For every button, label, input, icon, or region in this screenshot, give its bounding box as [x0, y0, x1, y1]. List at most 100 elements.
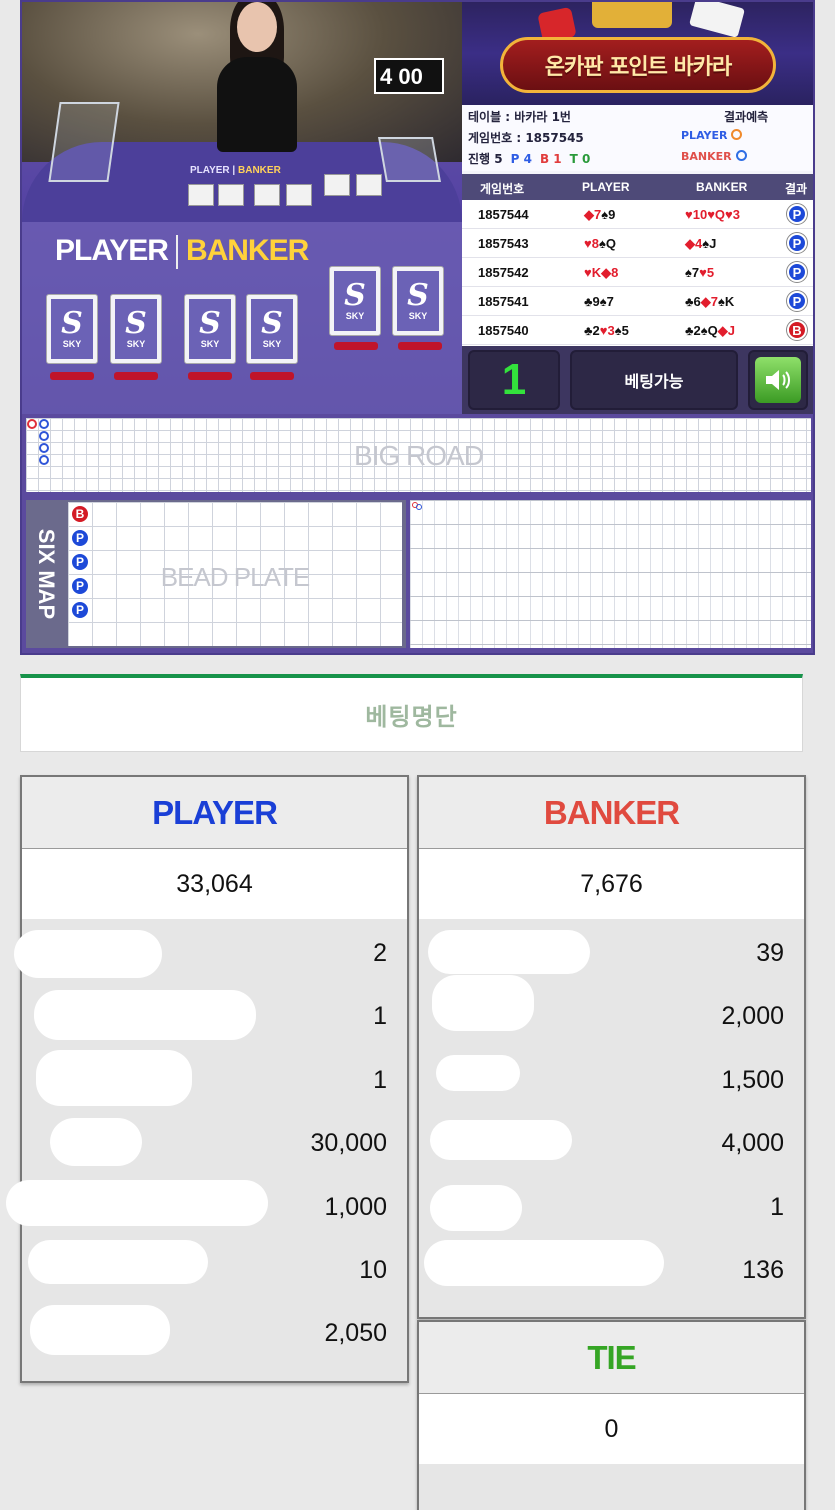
bet-amount: 39: [756, 939, 784, 967]
control-bar: 1 베팅가능: [462, 346, 813, 414]
table-mini-label: PLAYER | BANKER: [190, 165, 281, 176]
history-header: 게임번호 PLAYER BANKER 결과: [462, 174, 813, 200]
game-banner: 온카판 포인트 바카라: [462, 2, 813, 105]
bet-amount: 1,000: [324, 1192, 387, 1221]
banker-card: S SKY: [246, 294, 298, 364]
history-card: ◆8: [601, 265, 619, 280]
history-card: ♠J: [702, 236, 717, 251]
bet-amount: 2: [373, 939, 387, 967]
card-board-title: PLAYER BANKER: [55, 234, 309, 270]
big-road-label: BIG ROAD: [354, 440, 484, 471]
info-panel: 온카판 포인트 바카라 테이블 : 바카라 1번 게임번호 : 1857545 …: [462, 2, 813, 414]
history-card: ♠K: [718, 294, 735, 309]
round-counter: 1: [468, 350, 560, 410]
table-name: 테이블 : 바카라 1번: [468, 110, 571, 124]
history-game-number: 1857540: [478, 323, 529, 338]
bet-amount: 30,000: [310, 1129, 387, 1158]
history-banker-cards: ♥10♥Q♥3: [685, 207, 740, 222]
history-card: ♠9: [601, 207, 616, 222]
history-row: 1857544 ◆7♠9 ♥10♥Q♥3 P: [462, 200, 813, 229]
result-badge: B: [787, 320, 807, 340]
banker-third-card: S SKY: [392, 266, 444, 336]
history-row: 1857543 ♥8♠Q ◆4♠J P: [462, 229, 813, 258]
six-map: SIX MAP BEAD PLATE BPPPP: [26, 500, 406, 648]
history-card: ♣2: [584, 323, 600, 338]
history-card: ♠7: [599, 294, 614, 309]
bet-amount: 136: [742, 1255, 784, 1284]
redaction: [30, 1305, 170, 1355]
prediction-label: 결과예측: [724, 110, 769, 124]
history-game-number: 1857543: [478, 236, 529, 251]
history-card: ♥3: [599, 323, 615, 338]
history-card: ♥10: [685, 207, 708, 222]
bead-result: P: [70, 600, 90, 620]
redaction: [436, 1055, 520, 1091]
banker-bets-column: BANKER 7,676 39 2,000 1,500 4,000 1 136: [417, 775, 806, 1319]
redaction: [428, 930, 590, 974]
redaction: [430, 1185, 522, 1231]
history-table: 게임번호 PLAYER BANKER 결과 1857544 ◆7♠9 ♥10♥Q♥3…: [462, 174, 813, 346]
history-card: ◆7: [584, 207, 602, 222]
bet-amount: 2,050: [324, 1319, 387, 1348]
redaction: [430, 1120, 572, 1160]
derived-roads: [410, 500, 811, 648]
history-player-cards: ♥K◆8: [584, 265, 618, 281]
circle-icon: [731, 129, 743, 140]
redaction: [50, 1118, 142, 1166]
redaction: [28, 1240, 208, 1284]
player-total: 33,064: [22, 849, 407, 919]
big-road: BIG ROAD: [26, 418, 811, 492]
history-card: ◆4: [685, 236, 703, 251]
sound-button[interactable]: [748, 350, 808, 410]
bead-result: P: [70, 552, 90, 572]
history-card: ♥3: [725, 207, 740, 222]
circle-icon: [735, 150, 747, 161]
history-card: ♥K: [584, 265, 602, 280]
progress: 진행 5P 4B 1T 0: [468, 152, 591, 166]
table-card: [254, 184, 280, 206]
table-card: [356, 174, 382, 196]
history-player-cards: ♣9♠7: [584, 294, 614, 309]
history-banker-cards: ◆4♠J: [685, 236, 716, 252]
table-card: [188, 184, 214, 206]
history-card: ♣9: [584, 294, 600, 309]
table-card: [286, 184, 312, 206]
bet-amount: 1: [770, 1192, 784, 1221]
result-badge: P: [787, 233, 807, 253]
bet-amount: 1: [373, 1065, 387, 1094]
prediction-player: PLAYER: [681, 129, 743, 142]
history-card: ♠Q: [598, 236, 616, 251]
history-card: ♣6: [685, 294, 701, 309]
tie-bets-column: TIE 0: [417, 1320, 806, 1510]
table-card: [324, 174, 350, 196]
player-third-card: S SKY: [329, 266, 381, 336]
history-row: 1857542 ♥K◆8 ♠7♥5 P: [462, 258, 813, 287]
history-banker-cards: ♣6◆7♠K: [685, 294, 734, 310]
baccarat-page: 4 00 PLAYER | BANKER PLAYER BANKER S SKY S…: [0, 0, 835, 1510]
player-card: S SKY: [46, 294, 98, 364]
redaction: [36, 1050, 192, 1106]
banner-plate: 온카판 포인트 바카라: [500, 37, 776, 93]
result-badge: P: [787, 262, 807, 282]
redaction: [14, 930, 162, 978]
history-player-cards: ♣2♥3♠5: [584, 323, 629, 338]
betting-status: 베팅가능: [570, 350, 738, 410]
live-video: 4 00 PLAYER | BANKER PLAYER BANKER S SKY S…: [22, 2, 462, 414]
tie-column-title: TIE: [419, 1322, 804, 1394]
card-shoe: [48, 102, 120, 182]
bead-plate-label: BEAD PLATE: [160, 562, 310, 592]
result-badge: P: [787, 204, 807, 224]
history-card: ♥8: [584, 236, 599, 251]
player-column-title: PLAYER: [22, 777, 407, 849]
table-card: [218, 184, 244, 206]
bet-amount: 1: [373, 1002, 387, 1031]
history-game-number: 1857544: [478, 207, 529, 222]
history-card: ♥Q: [707, 207, 726, 222]
redaction: [6, 1180, 268, 1226]
history-card: ♠7: [685, 265, 700, 280]
history-row: 1857540 ♣2♥3♠5 ♣2♠Q◆J B: [462, 316, 813, 345]
speaker-icon[interactable]: [755, 357, 801, 403]
history-game-number: 1857542: [478, 265, 529, 280]
betting-list-header: 베팅명단: [20, 674, 803, 752]
history-card: ♠5: [614, 323, 629, 338]
